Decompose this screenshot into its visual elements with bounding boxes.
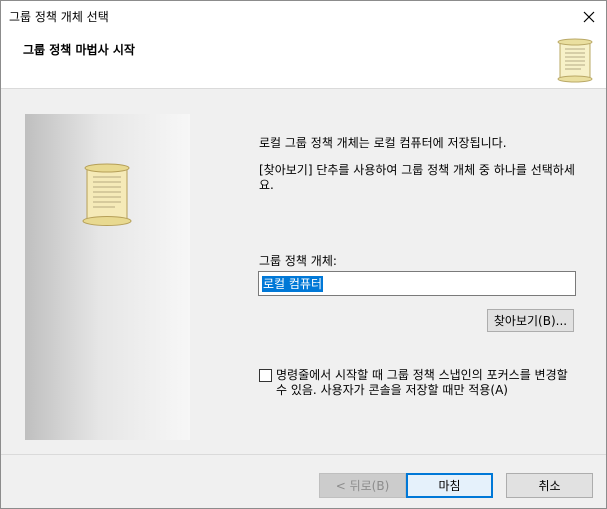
gpo-field[interactable]: 로컬 컴퓨터 (258, 271, 576, 296)
close-icon (583, 11, 595, 22)
header-title: 그룹 정책 마법사 시작 (23, 43, 135, 57)
back-button[interactable]: < 뒤로(B) (319, 473, 406, 498)
browse-button[interactable]: 찾아보기(B)... (487, 309, 574, 332)
finish-button[interactable]: 마침 (406, 473, 493, 498)
focus-change-label[interactable]: 명령줄에서 시작할 때 그룹 정책 스냅인의 포커스를 변경할 수 있음. 사용… (276, 368, 581, 398)
title-bar: 그룹 정책 개체 선택 (1, 1, 606, 32)
cancel-button[interactable]: 취소 (506, 473, 593, 498)
scroll-icon (82, 163, 132, 226)
gpo-label: 그룹 정책 개체: (259, 254, 337, 268)
scroll-icon (557, 38, 593, 83)
window-title: 그룹 정책 개체 선택 (9, 10, 109, 24)
description-browse: [찾아보기] 단추를 사용하여 그룹 정책 개체 중 하나를 선택하세요. (259, 163, 575, 192)
close-button[interactable] (572, 1, 606, 32)
dialog-window: 그룹 정책 개체 선택 그룹 정책 마법사 시작 로컬 그룹 정책 개체는 로컬… (0, 0, 607, 509)
focus-change-checkbox[interactable] (259, 369, 272, 382)
gpo-field-value: 로컬 컴퓨터 (262, 276, 324, 292)
side-banner (25, 114, 190, 440)
footer-divider (1, 454, 606, 455)
description-local: 로컬 그룹 정책 개체는 로컬 컴퓨터에 저장됩니다. (259, 136, 507, 150)
wizard-header: 그룹 정책 마법사 시작 (1, 32, 606, 89)
